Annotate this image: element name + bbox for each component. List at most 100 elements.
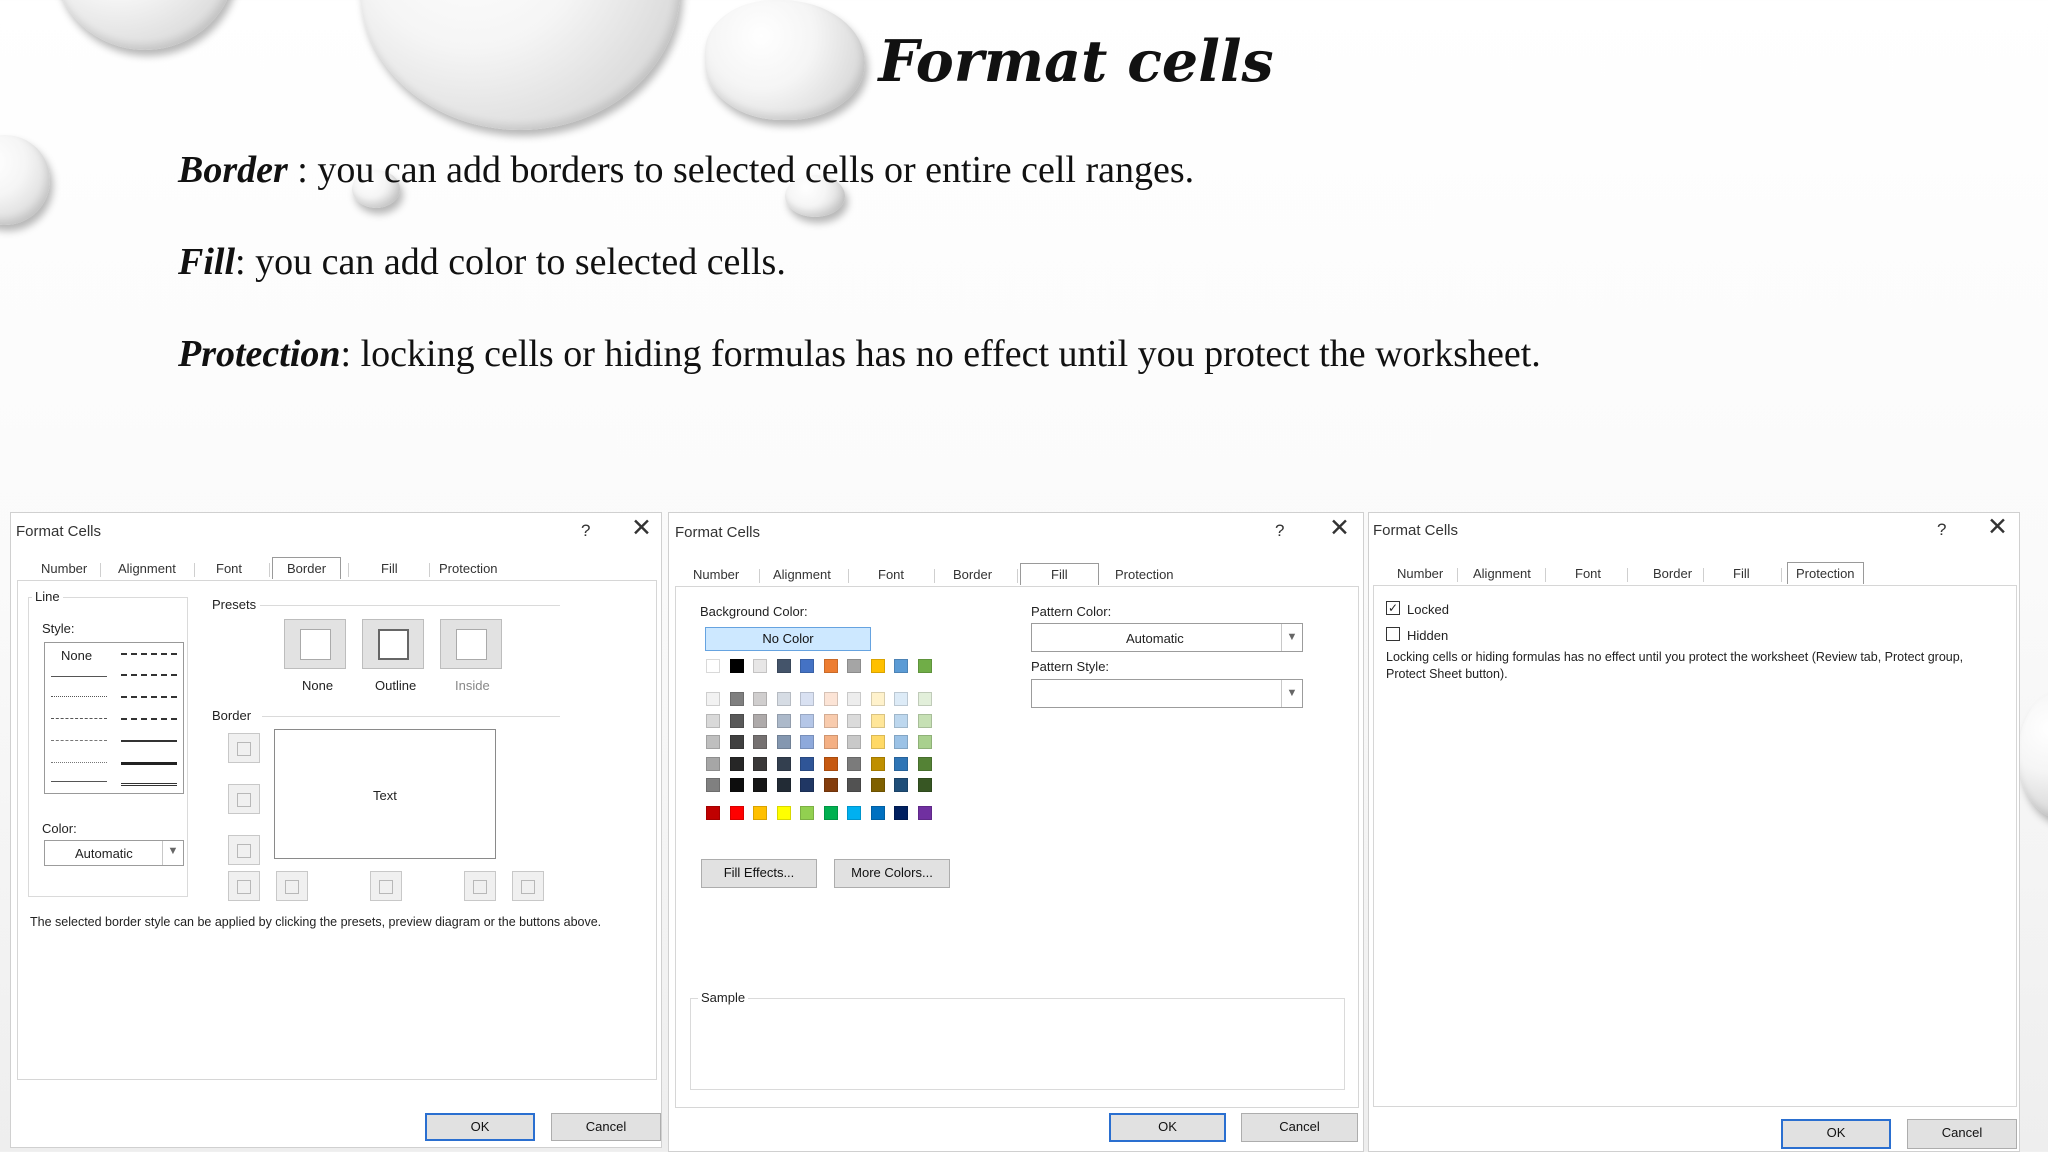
tab-fill[interactable]: Fill (1020, 563, 1099, 585)
tab-protection[interactable]: Protection (1115, 567, 1174, 582)
tab-border[interactable]: Border (953, 567, 992, 582)
line-style-option[interactable] (121, 653, 177, 655)
color-swatch[interactable] (729, 692, 744, 706)
chevron-down-icon[interactable]: ▼ (1281, 680, 1302, 707)
tab-protection[interactable]: Protection (439, 561, 498, 576)
line-style-option[interactable] (51, 718, 107, 719)
tab-fill[interactable]: Fill (381, 561, 398, 576)
border-preview[interactable]: Text (274, 729, 496, 859)
color-swatch[interactable] (800, 756, 814, 771)
tab-number[interactable]: Number (1397, 566, 1443, 581)
ok-button[interactable]: OK (1781, 1119, 1891, 1149)
color-swatch[interactable] (870, 778, 885, 792)
color-swatch[interactable] (847, 692, 861, 706)
border-middle-vertical-button[interactable] (370, 871, 402, 901)
chevron-down-icon[interactable]: ▼ (1281, 624, 1302, 651)
chevron-down-icon[interactable]: ▼ (162, 841, 183, 865)
color-swatch[interactable] (823, 735, 838, 749)
border-bottom-button[interactable] (228, 835, 260, 865)
line-style-option[interactable] (51, 781, 107, 782)
color-swatch[interactable] (870, 692, 885, 706)
color-swatch[interactable] (753, 713, 767, 728)
line-color-dropdown[interactable]: Automatic ▼ (44, 840, 184, 866)
line-style-option[interactable] (121, 674, 177, 676)
color-swatch[interactable] (800, 659, 814, 673)
color-swatch[interactable] (729, 659, 744, 673)
color-swatch[interactable] (776, 756, 791, 771)
color-swatch[interactable] (706, 806, 720, 820)
color-swatch[interactable] (823, 659, 838, 673)
color-swatch[interactable] (917, 806, 932, 820)
tab-fill[interactable]: Fill (1733, 566, 1750, 581)
line-style-option[interactable] (121, 696, 177, 698)
color-swatch[interactable] (776, 659, 791, 673)
color-swatch[interactable] (917, 735, 932, 749)
tab-border[interactable]: Border (1653, 566, 1692, 581)
tab-protection[interactable]: Protection (1787, 562, 1864, 584)
color-swatch[interactable] (870, 713, 885, 728)
line-style-option[interactable] (51, 740, 107, 741)
border-top-button[interactable] (228, 733, 260, 763)
color-swatch[interactable] (894, 806, 908, 820)
color-swatch[interactable] (823, 806, 838, 820)
color-swatch[interactable] (894, 735, 908, 749)
border-left-button[interactable] (276, 871, 308, 901)
color-swatch[interactable] (706, 778, 720, 792)
color-swatch[interactable] (800, 713, 814, 728)
color-swatch[interactable] (706, 713, 720, 728)
color-swatch[interactable] (894, 778, 908, 792)
line-style-option[interactable] (51, 696, 107, 697)
color-swatch[interactable] (847, 735, 861, 749)
close-icon[interactable]: ✕ (1329, 516, 1350, 541)
no-color-button[interactable]: No Color (705, 627, 871, 651)
color-swatch[interactable] (729, 713, 744, 728)
help-icon[interactable]: ? (1937, 520, 1946, 540)
tab-alignment[interactable]: Alignment (1473, 566, 1531, 581)
close-icon[interactable]: ✕ (631, 516, 652, 541)
color-swatch[interactable] (847, 756, 861, 771)
color-swatch[interactable] (729, 806, 744, 820)
pattern-style-dropdown[interactable]: ▼ (1031, 679, 1303, 708)
color-swatch[interactable] (917, 659, 932, 673)
line-style-option[interactable] (51, 762, 107, 763)
color-swatch[interactable] (917, 756, 932, 771)
color-swatch[interactable] (753, 735, 767, 749)
color-swatch[interactable] (847, 659, 861, 673)
color-swatch[interactable] (847, 713, 861, 728)
color-swatch[interactable] (870, 806, 885, 820)
close-icon[interactable]: ✕ (1987, 515, 2008, 540)
color-swatch[interactable] (823, 692, 838, 706)
color-swatch[interactable] (894, 713, 908, 728)
color-swatch[interactable] (729, 735, 744, 749)
more-colors-button[interactable]: More Colors... (834, 859, 950, 888)
border-middle-horizontal-button[interactable] (228, 784, 260, 814)
ok-button[interactable]: OK (1109, 1113, 1226, 1142)
pattern-color-dropdown[interactable]: Automatic ▼ (1031, 623, 1303, 652)
color-swatch[interactable] (729, 778, 744, 792)
color-swatch[interactable] (776, 692, 791, 706)
color-swatch[interactable] (870, 735, 885, 749)
cancel-button[interactable]: Cancel (551, 1113, 661, 1141)
tab-number[interactable]: Number (693, 567, 739, 582)
color-swatch[interactable] (706, 756, 720, 771)
color-swatch[interactable] (800, 806, 814, 820)
color-swatch[interactable] (800, 778, 814, 792)
color-swatch[interactable] (753, 778, 767, 792)
color-swatch[interactable] (870, 659, 885, 673)
color-swatch[interactable] (776, 778, 791, 792)
line-style-none[interactable]: None (61, 648, 92, 663)
border-right-button[interactable] (464, 871, 496, 901)
fill-effects-button[interactable]: Fill Effects... (701, 859, 817, 888)
color-swatch[interactable] (800, 692, 814, 706)
color-swatch[interactable] (706, 735, 720, 749)
tab-border[interactable]: Border (272, 557, 342, 579)
color-swatch[interactable] (894, 756, 908, 771)
hidden-checkbox[interactable] (1386, 627, 1400, 641)
color-swatch[interactable] (753, 806, 767, 820)
color-swatch[interactable] (706, 692, 720, 706)
tab-font[interactable]: Font (216, 561, 242, 576)
ok-button[interactable]: OK (425, 1113, 535, 1141)
tab-number[interactable]: Number (41, 561, 87, 576)
color-swatch[interactable] (776, 713, 791, 728)
color-swatch[interactable] (823, 756, 838, 771)
